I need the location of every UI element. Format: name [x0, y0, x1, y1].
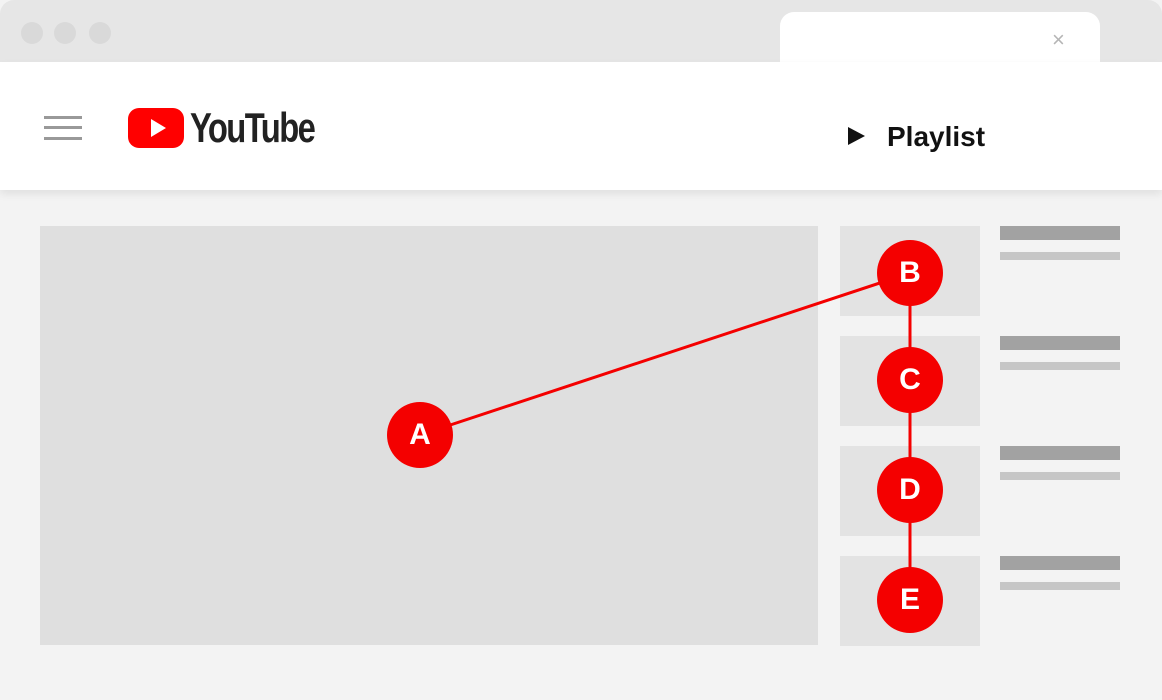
marker-a: A [409, 418, 431, 451]
marker-b: B [899, 256, 921, 289]
connector-lines [387, 240, 943, 633]
marker-d: D [899, 473, 921, 506]
marker-e: E [899, 583, 920, 616]
marker-c: C [899, 363, 921, 396]
connector-a-b [419, 271, 911, 437]
